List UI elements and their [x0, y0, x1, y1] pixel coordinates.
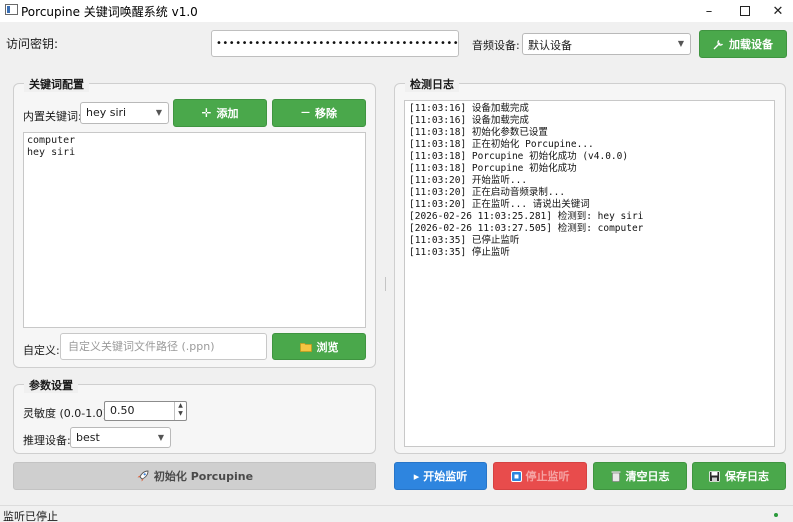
log-line: [11:03:16] 设备加载完成 — [409, 115, 529, 126]
save-log-label: 保存日志 — [725, 470, 769, 483]
log-line: [11:03:35] 停止监听 — [409, 247, 510, 258]
init-porcupine-label: 初始化 Porcupine — [153, 470, 254, 483]
audio-device-select[interactable]: 默认设备 ▼ — [522, 33, 691, 55]
trash-icon — [611, 471, 620, 482]
log-text-area[interactable]: [11:03:16] 设备加载完成 [11:03:16] 设备加载完成 [11:03… — [404, 100, 775, 447]
builtin-keyword-select[interactable]: hey siri ▼ — [80, 102, 169, 124]
log-line: [11:03:35] 已停止监听 — [409, 235, 520, 246]
sensitivity-spinbox[interactable]: 0.50 ▲ ▼ — [104, 401, 187, 421]
custom-keyword-label: 自定义: — [23, 344, 60, 357]
status-indicator-icon — [774, 513, 778, 517]
close-icon: ✕ — [772, 3, 784, 19]
status-bar — [0, 505, 793, 522]
builtin-keyword-value: hey siri — [86, 106, 127, 119]
browse-label: 浏览 — [316, 340, 339, 354]
browse-button[interactable]: 浏览 — [272, 333, 366, 360]
keyword-config-title: 关键词配置 — [24, 76, 89, 92]
keyword-list[interactable]: computer hey siri — [23, 132, 366, 328]
stop-listening-button[interactable]: 停止监听 — [493, 462, 587, 490]
load-device-label: 加载设备 — [729, 38, 773, 51]
sensitivity-label: 灵敏度 (0.0-1.0): — [23, 407, 111, 420]
stop-listening-label: 停止监听 — [525, 470, 570, 483]
rocket-icon — [137, 470, 149, 481]
app-icon — [5, 4, 18, 15]
add-icon: ✛ — [201, 106, 212, 120]
status-text: 监听已停止 — [3, 510, 58, 522]
inference-device-value: best — [76, 431, 100, 444]
remove-icon: — — [301, 107, 310, 118]
minimize-icon: – — [705, 3, 713, 19]
access-key-input[interactable]: ••••••••••••••••••••••••••••••••••••••• — [211, 30, 459, 57]
chevron-down-icon: ▼ — [157, 433, 164, 442]
clear-log-button[interactable]: 清空日志 — [593, 462, 687, 490]
init-porcupine-button[interactable]: 初始化 Porcupine — [13, 462, 376, 490]
log-line: [11:03:20] 正在启动音频录制... — [409, 187, 566, 198]
log-line: [11:03:20] 正在监听... 请说出关键词 — [409, 199, 590, 210]
clear-log-label: 清空日志 — [625, 470, 670, 483]
detection-log-title: 检测日志 — [405, 76, 459, 92]
log-line: [11:03:18] Porcupine 初始化成功 (v4.0.0) — [409, 151, 629, 162]
save-log-button[interactable]: 保存日志 — [692, 462, 786, 490]
wrench-icon — [713, 39, 724, 49]
maximize-icon — [740, 6, 750, 16]
custom-keyword-path-input[interactable]: 自定义关键词文件路径 (.ppn) — [60, 333, 267, 360]
audio-device-value: 默认设备 — [528, 39, 572, 52]
param-settings-title: 参数设置 — [24, 377, 78, 393]
log-line: [11:03:18] 初始化参数已设置 — [409, 127, 548, 138]
close-button[interactable]: ✕ — [760, 0, 793, 22]
start-listening-button[interactable]: ▸ 开始监听 — [394, 462, 487, 490]
inference-device-label: 推理设备: — [23, 434, 71, 447]
remove-keyword-label: 移除 — [315, 107, 337, 120]
builtin-keyword-label: 内置关键词: — [23, 110, 82, 123]
play-icon: ▸ — [413, 469, 420, 483]
minimize-button[interactable]: – — [691, 0, 727, 22]
log-line: [2026-02-26 11:03:25.281] 检测到: hey siri — [409, 211, 644, 222]
start-listening-label: 开始监听 — [423, 470, 468, 483]
window-title: Porcupine 关键词唤醒系统 v1.0 — [21, 5, 198, 19]
log-line: [11:03:20] 开始监听... — [409, 175, 528, 186]
audio-device-label: 音频设备: — [472, 39, 520, 52]
chevron-down-icon: ▼ — [155, 108, 162, 117]
spin-arrows-icon[interactable]: ▲ ▼ — [174, 402, 186, 420]
sensitivity-value: 0.50 — [110, 404, 135, 417]
log-line: [11:03:16] 设备加载完成 — [409, 103, 529, 114]
chevron-down-icon: ▼ — [677, 39, 684, 48]
remove-keyword-button[interactable]: — 移除 — [272, 99, 366, 127]
log-line: [2026-02-26 11:03:27.505] 检测到: computer — [409, 223, 644, 234]
log-line: [11:03:18] 正在初始化 Porcupine... — [409, 139, 594, 150]
folder-icon — [299, 342, 312, 352]
load-device-button[interactable]: 加载设备 — [699, 30, 787, 58]
maximize-button[interactable] — [727, 0, 763, 22]
stop-icon — [510, 470, 522, 482]
splitter-handle[interactable] — [384, 277, 388, 291]
inference-device-select[interactable]: best ▼ — [70, 427, 171, 448]
log-line: [11:03:18] Porcupine 初始化成功 — [409, 163, 577, 174]
add-keyword-button[interactable]: ✛ 添加 — [173, 99, 267, 127]
list-item[interactable]: hey siri — [27, 147, 362, 159]
list-item[interactable]: computer — [27, 135, 362, 147]
save-icon — [709, 470, 720, 482]
access-key-label: 访问密钥: — [6, 37, 59, 51]
add-keyword-label: 添加 — [216, 107, 239, 120]
